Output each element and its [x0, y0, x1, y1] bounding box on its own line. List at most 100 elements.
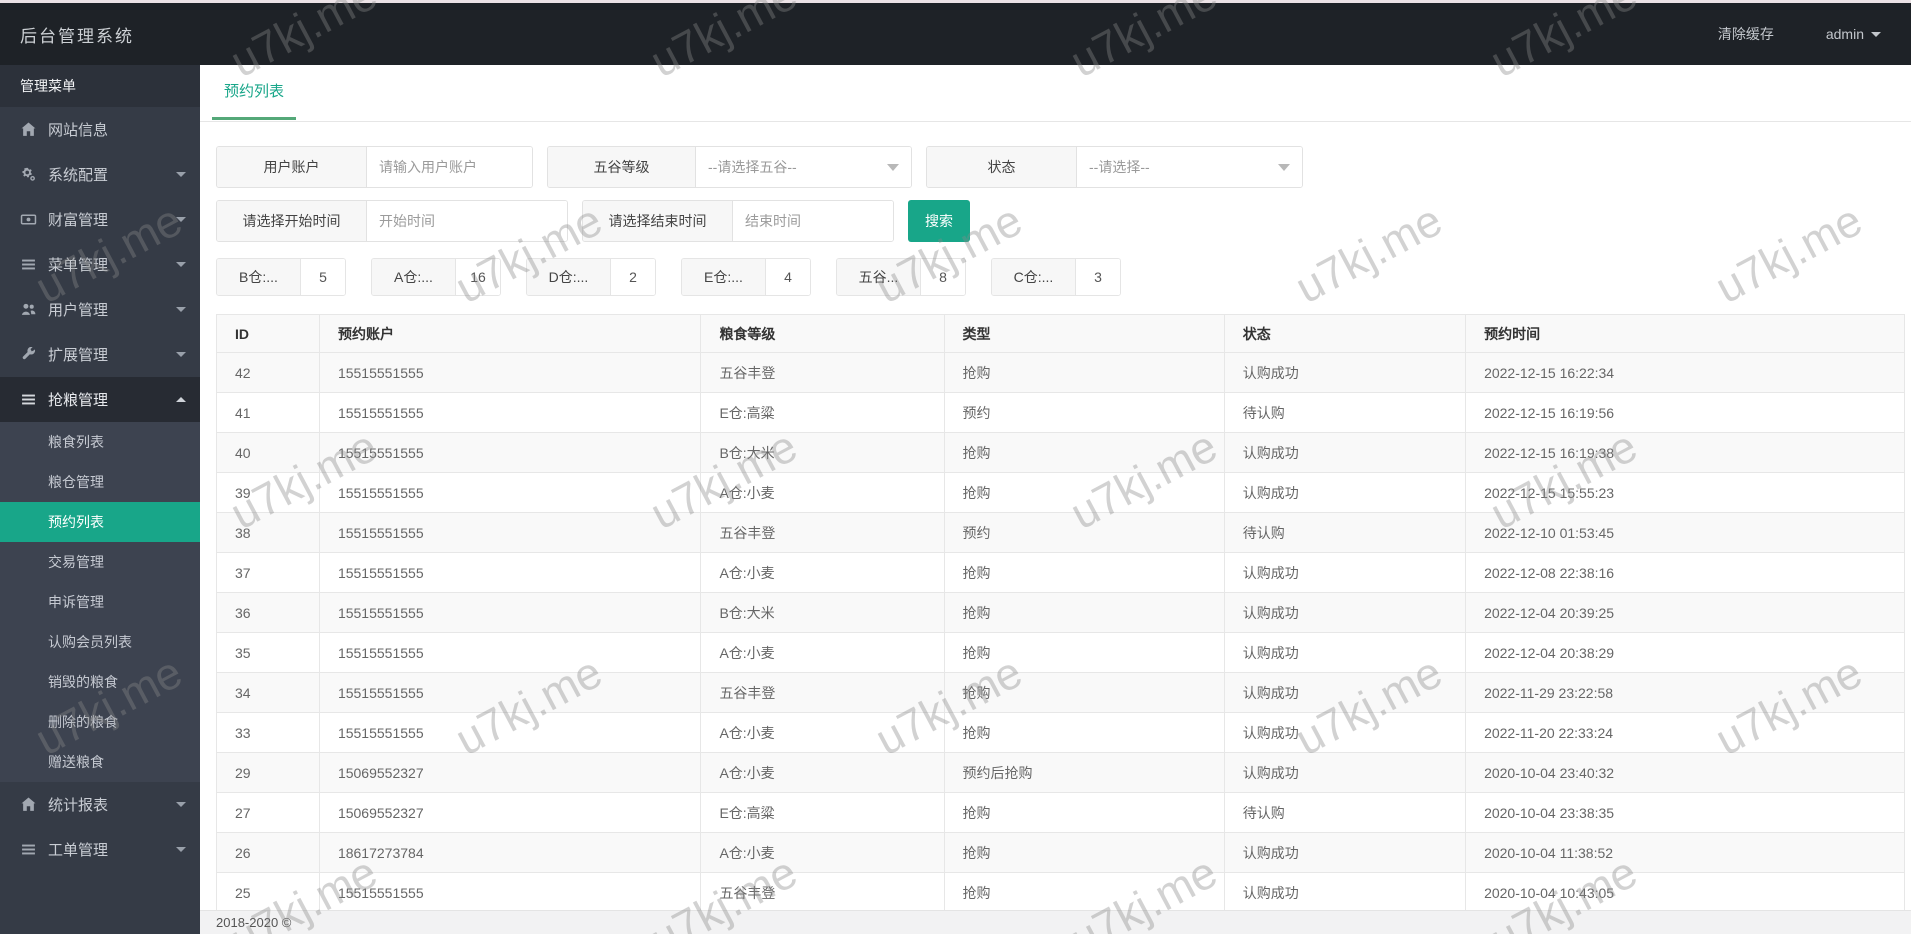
grain-level-select[interactable]: --请选择五谷--	[696, 147, 911, 187]
table-cell: 认购成功	[1223, 352, 1467, 393]
table-cell: 41	[216, 392, 320, 433]
stat-value: 2	[611, 259, 655, 295]
sidebar-subitem[interactable]: 交易管理	[0, 542, 200, 582]
table-cell: 抢购	[943, 632, 1225, 673]
table-cell: 待认购	[1223, 792, 1467, 833]
table-cell: 15069552327	[318, 752, 702, 793]
table-cell: 2020-10-04 23:38:35	[1465, 792, 1905, 833]
table-cell: 认购成功	[1223, 872, 1467, 913]
start-time-input[interactable]	[367, 201, 567, 241]
table-cell: 2022-12-04 20:38:29	[1465, 632, 1905, 673]
search-button[interactable]: 搜索	[908, 200, 970, 242]
table-cell: 预约	[943, 392, 1225, 433]
money-icon	[20, 212, 37, 227]
tab-reservation-list[interactable]: 预约列表	[212, 65, 297, 120]
clear-cache-button[interactable]: 清除缓存	[1718, 24, 1774, 44]
table-cell: 认购成功	[1223, 552, 1467, 593]
sidebar-item-6[interactable]: 抢粮管理	[0, 377, 200, 422]
home-icon	[20, 797, 37, 812]
menu-icon	[20, 257, 37, 272]
sidebar-item-3[interactable]: 菜单管理	[0, 242, 200, 287]
user-account-group: 用户账户	[216, 146, 533, 188]
sidebar-item-4[interactable]: 用户管理	[0, 287, 200, 332]
table-header-cell: 类型	[943, 314, 1225, 353]
stat-label: E仓:...	[682, 259, 766, 295]
app-title: 后台管理系统	[20, 26, 134, 46]
status-select-value: --请选择--	[1089, 159, 1150, 175]
tab-bar: 预约列表	[200, 65, 1911, 122]
end-time-group: 请选择结束时间	[582, 200, 894, 242]
sidebar-item-label: 系统配置	[48, 167, 109, 184]
sidebar-subitem[interactable]: 认购会员列表	[0, 622, 200, 662]
end-time-input[interactable]	[733, 201, 893, 241]
table-cell: 2022-11-20 22:33:24	[1465, 712, 1905, 753]
sidebar-item-7[interactable]: 统计报表	[0, 782, 200, 827]
start-time-group: 请选择开始时间	[216, 200, 568, 242]
sidebar-item-2[interactable]: 财富管理	[0, 197, 200, 242]
sidebar-subitem[interactable]: 粮食列表	[0, 422, 200, 462]
table-cell: 42	[216, 352, 320, 393]
table-cell: 2022-12-15 16:22:34	[1465, 352, 1905, 393]
sidebar: 管理菜单 网站信息 系统配置 财富管理 菜单管理 用户管理 扩展管理 抢粮管理 粮食列表 粮仓管…	[0, 65, 200, 934]
stat-box: B仓:... 5	[216, 258, 346, 296]
table-cell: 15515551555	[318, 352, 702, 393]
reservation-table: ID 预约账户 粮食等级 类型 状态 预约时间 42 15515551555 五谷丰登 抢购 认购…	[216, 314, 1905, 925]
sidebar-subitem[interactable]: 销毁的粮食	[0, 662, 200, 702]
table-cell: 认购成功	[1223, 832, 1467, 873]
stat-value: 8	[921, 259, 965, 295]
table-header-row: ID 预约账户 粮食等级 类型 状态 预约时间	[216, 314, 1905, 353]
table-cell: 15515551555	[318, 472, 702, 513]
table-cell: 33	[216, 712, 320, 753]
table-row: 37 15515551555 A仓:小麦 抢购 认购成功 2022-12-08 22:38…	[216, 552, 1905, 593]
table-cell: 15515551555	[318, 592, 702, 633]
grain-level-group: 五谷等级 --请选择五谷--	[547, 146, 912, 188]
table-cell: 15515551555	[318, 672, 702, 713]
stat-box: A仓:... 16	[371, 258, 501, 296]
table-cell: A仓:小麦	[700, 832, 945, 873]
chevron-down-icon	[176, 217, 186, 222]
filter-panel: 用户账户 五谷等级 --请选择五谷-- 状态 --请选择--	[200, 122, 1911, 242]
sidebar-item-0[interactable]: 网站信息	[0, 107, 200, 152]
table-cell: 2022-12-08 22:38:16	[1465, 552, 1905, 593]
table-cell: 五谷丰登	[700, 672, 945, 713]
table-cell: 40	[216, 432, 320, 473]
sidebar-subitem[interactable]: 赠送粮食	[0, 742, 200, 782]
sidebar-item-5[interactable]: 扩展管理	[0, 332, 200, 377]
user-account-input[interactable]	[367, 147, 532, 187]
table-cell: A仓:小麦	[700, 632, 945, 673]
chevron-down-icon	[176, 847, 186, 852]
table-cell: A仓:小麦	[700, 752, 945, 793]
grain-level-select-value: --请选择五谷--	[708, 159, 797, 175]
table-cell: 2020-10-04 11:38:52	[1465, 832, 1905, 873]
table-cell: E仓:高粱	[700, 792, 945, 833]
table-row: 27 15069552327 E仓:高粱 抢购 待认购 2020-10-04 23:38:…	[216, 792, 1905, 833]
table-cell: 2020-10-04 23:40:32	[1465, 752, 1905, 793]
sidebar-subitem[interactable]: 申诉管理	[0, 582, 200, 622]
table-cell: 15515551555	[318, 552, 702, 593]
chevron-down-icon	[176, 802, 186, 807]
table-cell: A仓:小麦	[700, 552, 945, 593]
table-cell: 抢购	[943, 592, 1225, 633]
status-label: 状态	[927, 147, 1077, 187]
admin-app: 后台管理系统 清除缓存 admin 管理菜单 网站信息 系统配置 财富管理 菜单管理用…	[0, 0, 1911, 934]
sidebar-subitem[interactable]: 删除的粮食	[0, 702, 200, 742]
table-cell: 五谷丰登	[700, 872, 945, 913]
status-select[interactable]: --请选择--	[1077, 147, 1302, 187]
sidebar-item-1[interactable]: 系统配置	[0, 152, 200, 197]
reservation-table-wrap: ID 预约账户 粮食等级 类型 状态 预约时间 42 15515551555 五谷丰登 抢购 认购…	[216, 314, 1905, 925]
copyright-text: 2018-2020 ©	[216, 915, 292, 930]
user-menu[interactable]: admin	[1826, 26, 1881, 42]
table-row: 36 15515551555 B仓:大米 抢购 认购成功 2022-12-04 20:39…	[216, 592, 1905, 633]
stat-label: B仓:...	[217, 259, 301, 295]
sidebar-subitem-active[interactable]: 预约列表	[0, 502, 200, 542]
table-cell: 2020-10-04 10:43:05	[1465, 872, 1905, 913]
table-cell: 抢购	[943, 432, 1225, 473]
sidebar-subitem[interactable]: 粮仓管理	[0, 462, 200, 502]
table-row: 26 18617273784 A仓:小麦 抢购 认购成功 2020-10-04 11:38…	[216, 832, 1905, 873]
chevron-up-icon	[176, 397, 186, 402]
table-cell: 37	[216, 552, 320, 593]
stat-box: E仓:... 4	[681, 258, 811, 296]
table-cell: 抢购	[943, 792, 1225, 833]
sidebar-item-8[interactable]: 工单管理	[0, 827, 200, 872]
chevron-down-icon	[176, 262, 186, 267]
